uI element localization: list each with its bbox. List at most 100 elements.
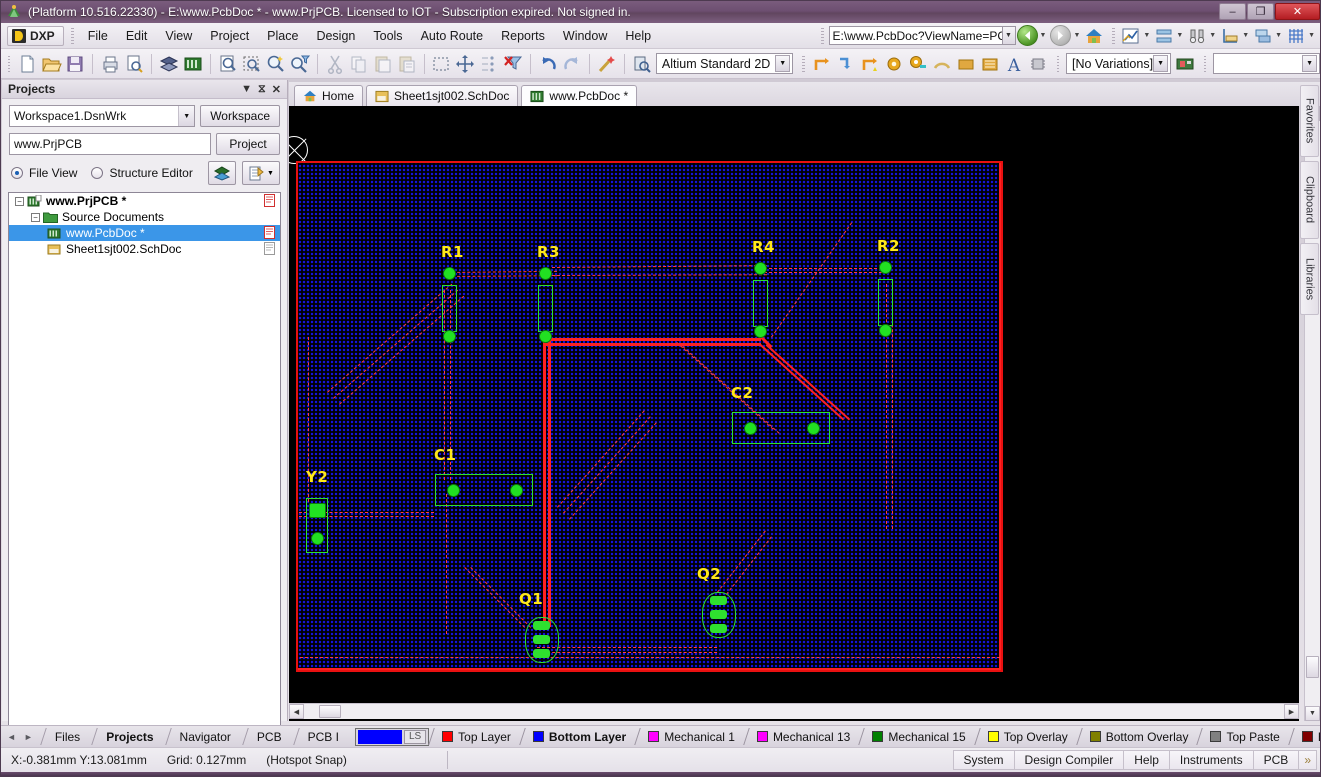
- pad-r2-1[interactable]: [879, 261, 892, 274]
- menu-view[interactable]: View: [156, 25, 201, 47]
- maximize-button[interactable]: ❐: [1247, 3, 1274, 20]
- extra-combo-dropdown-icon[interactable]: ▼: [1302, 55, 1318, 72]
- save-icon[interactable]: [64, 53, 86, 75]
- tree-item-pcbdoc[interactable]: www.PcbDoc *: [9, 225, 280, 241]
- panel-tab-pcb[interactable]: PCB: [243, 726, 294, 747]
- canvas-horizontal-scrollbar[interactable]: ◀ ▶: [289, 703, 1299, 719]
- place-polygon-icon[interactable]: [979, 53, 1001, 75]
- menu-design[interactable]: Design: [307, 25, 364, 47]
- measure-dropdown-icon[interactable]: ▼: [1242, 32, 1249, 39]
- cut-icon[interactable]: [324, 53, 346, 75]
- options-icon[interactable]: ▼: [242, 161, 280, 185]
- layers-dropdown-icon[interactable]: ▼: [1275, 32, 1282, 39]
- component-outline-r2[interactable]: [878, 279, 893, 326]
- dxp-menu-button[interactable]: DXP: [7, 25, 64, 46]
- vertical-scroll-thumb[interactable]: [1306, 656, 1319, 678]
- zoom-filter-icon[interactable]: [289, 53, 311, 75]
- scroll-left-button[interactable]: ◀: [289, 704, 304, 719]
- layer-tab-top-overlay[interactable]: Top Overlay: [975, 726, 1077, 747]
- dock-clipboard[interactable]: Clipboard: [1300, 161, 1319, 239]
- zoom-in-icon[interactable]: [265, 53, 287, 75]
- panel-tab-nav[interactable]: ◄ ►: [1, 732, 41, 742]
- paste-icon[interactable]: [372, 53, 394, 75]
- pad-r3-2[interactable]: [539, 330, 552, 343]
- options-dropdown-icon[interactable]: ▼: [267, 170, 274, 177]
- place-track-icon[interactable]: [811, 53, 833, 75]
- select-area-icon[interactable]: [430, 53, 452, 75]
- print-icon[interactable]: [99, 53, 121, 75]
- project-tree[interactable]: − www.PrjPCB * − Source Documents www.Pc…: [8, 192, 281, 737]
- compile-icon[interactable]: [208, 161, 236, 185]
- grid-icon[interactable]: [1286, 26, 1306, 46]
- place-component-icon[interactable]: [1027, 53, 1049, 75]
- grid-dropdown-icon[interactable]: ▼: [1308, 32, 1315, 39]
- redo-icon[interactable]: [561, 53, 583, 75]
- undo-icon[interactable]: [537, 53, 559, 75]
- print-preview-icon[interactable]: [123, 53, 145, 75]
- tree-item-source-documents[interactable]: − Source Documents: [9, 209, 280, 225]
- status-button-instruments[interactable]: Instruments: [1168, 750, 1254, 770]
- pcb-chip-icon[interactable]: [1174, 53, 1196, 75]
- status-button-system[interactable]: System: [952, 750, 1015, 770]
- layer-tab-bottom-overlay[interactable]: Bottom Overlay: [1077, 726, 1198, 747]
- ruler-dropdown-icon[interactable]: ▼: [1143, 32, 1150, 39]
- pcb-board-icon[interactable]: [182, 53, 204, 75]
- workspace-dropdown-icon[interactable]: ▼: [178, 106, 195, 126]
- project-button[interactable]: Project: [216, 133, 280, 155]
- component-outline-r3[interactable]: [538, 285, 553, 332]
- binoculars-icon[interactable]: [1187, 26, 1207, 46]
- menu-edit[interactable]: Edit: [117, 25, 157, 47]
- layer-sets-label[interactable]: LS: [403, 729, 427, 744]
- place-via-icon[interactable]: [883, 53, 905, 75]
- layer-tab-mechanical-1[interactable]: Mechanical 1: [635, 726, 744, 747]
- extra-combo[interactable]: ▼: [1213, 53, 1320, 74]
- component-outline-r1[interactable]: [442, 285, 457, 332]
- status-button-more[interactable]: »: [1298, 750, 1317, 770]
- pad-r4-2[interactable]: [754, 325, 767, 338]
- layer-tab-top-paste[interactable]: Top Paste: [1197, 726, 1288, 747]
- dock-libraries[interactable]: Libraries: [1300, 243, 1319, 315]
- view-configuration-combo[interactable]: Altium Standard 2D ▼: [655, 53, 794, 74]
- pad-q1-1[interactable]: [533, 621, 550, 630]
- address-input[interactable]: E:\www.PcbDoc?ViewName=PC: [828, 26, 1003, 45]
- layers-stack-icon[interactable]: [1253, 26, 1273, 46]
- expander-icon[interactable]: −: [15, 196, 24, 206]
- horizontal-scroll-thumb[interactable]: [319, 705, 341, 718]
- scroll-right-button[interactable]: ▶: [1284, 704, 1299, 719]
- status-button-help[interactable]: Help: [1123, 750, 1170, 770]
- dock-favorites[interactable]: Favorites: [1300, 85, 1319, 157]
- doc-tab-pcbdoc[interactable]: www.PcbDoc *: [521, 85, 638, 106]
- pad-y2-1[interactable]: [309, 503, 326, 518]
- ruler-chart-icon[interactable]: [1121, 26, 1141, 46]
- align-icon[interactable]: [478, 53, 500, 75]
- tree-item-schdoc[interactable]: Sheet1sjt002.SchDoc: [9, 241, 280, 257]
- variations-dropdown-icon[interactable]: ▼: [1153, 55, 1169, 72]
- pad-r1-2[interactable]: [443, 330, 456, 343]
- back-icon[interactable]: [1016, 25, 1038, 46]
- new-document-icon[interactable]: [16, 53, 38, 75]
- panel-tab-projects[interactable]: Projects: [92, 726, 165, 747]
- pad-c1-1[interactable]: [447, 484, 460, 497]
- address-dropdown-icon[interactable]: ▼: [1002, 26, 1016, 45]
- expander-icon[interactable]: −: [31, 212, 40, 222]
- status-button-pcb[interactable]: PCB: [1252, 750, 1300, 770]
- place-line-icon[interactable]: [859, 53, 881, 75]
- pcb-board-area[interactable]: R1 R3 R4 R2 C2 C1 Y2 Q1 Q2: [296, 161, 1001, 670]
- pad-r1-1[interactable]: [443, 267, 456, 280]
- pad-c2-2[interactable]: [807, 422, 820, 435]
- menu-window[interactable]: Window: [554, 25, 616, 47]
- back-dropdown-icon[interactable]: ▼: [1040, 32, 1047, 39]
- pad-r2-2[interactable]: [879, 324, 892, 337]
- minimize-button[interactable]: –: [1219, 3, 1246, 20]
- tree-item-project[interactable]: − www.PrjPCB *: [9, 193, 280, 209]
- place-arc2-icon[interactable]: [931, 53, 953, 75]
- layer-tab-mechanical-15[interactable]: Mechanical 15: [859, 726, 974, 747]
- layer-sets-control[interactable]: LS: [354, 727, 430, 746]
- board-layers-icon[interactable]: [158, 53, 180, 75]
- pad-y2-2[interactable]: [311, 532, 324, 545]
- zoom-area-icon[interactable]: [241, 53, 263, 75]
- layer-tab-bottom-layer[interactable]: Bottom Layer: [520, 726, 635, 747]
- close-button[interactable]: ✕: [1275, 3, 1320, 20]
- pad-q2-2[interactable]: [710, 610, 727, 619]
- view-configuration-dropdown-icon[interactable]: ▼: [775, 55, 791, 72]
